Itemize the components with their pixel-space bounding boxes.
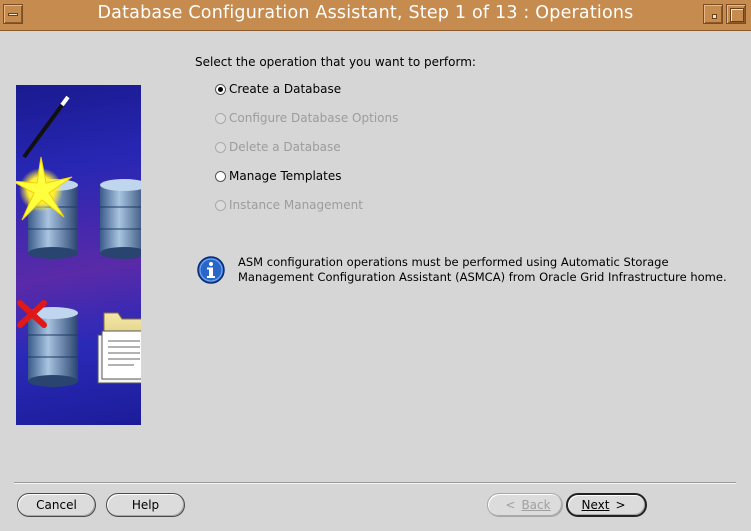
cancel-button[interactable]: Cancel <box>17 493 96 517</box>
database-configure-icon <box>100 179 141 259</box>
templates-folder-icon <box>97 312 141 384</box>
option-label: Manage Templates <box>229 169 342 183</box>
option-create-database[interactable]: Create a Database <box>215 82 341 96</box>
footer-divider <box>14 482 736 484</box>
radio-create-database[interactable] <box>215 83 226 95</box>
back-arrow-icon: < <box>505 498 516 512</box>
info-line-1: ASM configuration operations must be per… <box>238 255 669 269</box>
magic-wand-icon <box>22 95 70 159</box>
option-label: Instance Management <box>229 198 363 212</box>
radio-delete-database <box>215 141 226 153</box>
option-instance-management: Instance Management <box>215 198 363 212</box>
window-menu-button[interactable] <box>3 4 23 24</box>
help-label: Help <box>131 498 160 512</box>
info-icon <box>197 256 225 284</box>
help-button[interactable]: Help <box>106 493 185 517</box>
back-label: Back <box>521 498 551 512</box>
back-button: < Back <box>487 493 563 517</box>
option-label: Delete a Database <box>229 140 341 154</box>
option-delete-database: Delete a Database <box>215 140 341 154</box>
option-manage-templates[interactable]: Manage Templates <box>215 169 342 183</box>
window-title: Database Configuration Assistant, Step 1… <box>97 3 634 23</box>
next-label: Next <box>581 498 610 512</box>
radio-instance-management <box>215 199 226 211</box>
cancel-label: Cancel <box>36 498 77 512</box>
radio-configure-database-options <box>215 112 226 124</box>
option-configure-database-options: Configure Database Options <box>215 111 398 125</box>
info-line-2: Management Configuration Assistant (ASMC… <box>238 270 727 284</box>
maximize-button[interactable] <box>726 4 746 24</box>
option-label: Create a Database <box>229 82 342 96</box>
asm-info-message: ASM configuration operations must be per… <box>238 255 733 285</box>
next-button[interactable]: Next > <box>566 493 647 517</box>
title-bar: Database Configuration Assistant, Step 1… <box>0 0 751 31</box>
option-label: Configure Database Options <box>229 111 399 125</box>
operation-prompt: Select the operation that you want to pe… <box>195 55 476 69</box>
radio-manage-templates[interactable] <box>215 170 226 182</box>
wizard-artwork <box>16 85 141 425</box>
next-arrow-icon: > <box>615 498 626 512</box>
minimize-button[interactable] <box>703 4 723 24</box>
